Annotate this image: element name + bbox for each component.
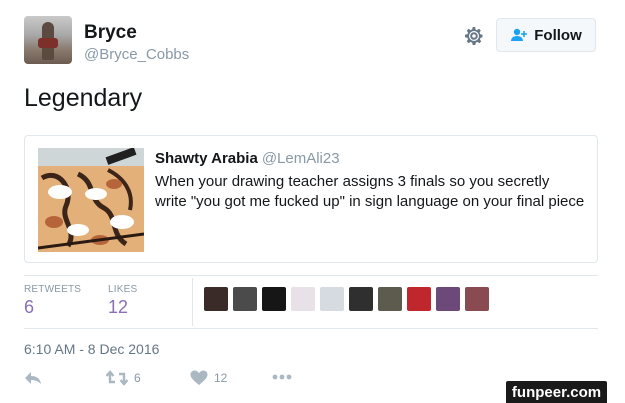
quoted-author[interactable]: Shawty Arabia @LemAli23 <box>155 150 340 167</box>
tweet-timestamp[interactable]: 6:10 AM - 8 Dec 2016 <box>24 341 159 357</box>
retweet-button[interactable]: 6 <box>106 370 141 386</box>
liker-avatars <box>204 287 489 311</box>
liker-avatar-6[interactable] <box>349 287 373 311</box>
liker-avatar-1[interactable] <box>204 287 228 311</box>
follow-button[interactable]: Follow <box>496 18 596 52</box>
author-avatar[interactable] <box>24 16 72 64</box>
liker-avatar-7[interactable] <box>378 287 402 311</box>
gear-icon[interactable] <box>462 24 486 48</box>
liker-avatar-10[interactable] <box>465 287 489 311</box>
quoted-tweet-text: When your drawing teacher assigns 3 fina… <box>155 173 585 210</box>
follow-label: Follow <box>534 26 582 44</box>
likes-count: 12 <box>108 297 129 317</box>
avatar-figure-detail <box>38 38 58 48</box>
liker-avatar-4[interactable] <box>291 287 315 311</box>
liker-avatar-2[interactable] <box>233 287 257 311</box>
tweet-stats: RETWEETS 6 LIKES 12 <box>24 278 598 328</box>
quoted-author-name: Shawty Arabia <box>155 150 258 167</box>
likes-label: LIKES <box>108 284 138 295</box>
liker-avatar-9[interactable] <box>436 287 460 311</box>
quoted-tweet-image[interactable] <box>38 148 144 252</box>
quoted-author-handle: @LemAli23 <box>261 150 340 167</box>
more-button[interactable] <box>272 374 292 380</box>
retweet-icon <box>106 370 128 386</box>
reply-icon <box>25 372 41 384</box>
tweet-actions: 6 12 <box>24 370 424 392</box>
like-button[interactable]: 12 <box>190 370 227 386</box>
retweets-count: 6 <box>24 297 35 317</box>
retweet-action-count: 6 <box>134 371 141 385</box>
like-action-count: 12 <box>214 371 228 385</box>
stats-separator <box>192 278 193 326</box>
quoted-tweet[interactable]: Shawty Arabia @LemAli23 When your drawing… <box>24 135 598 263</box>
watermark: funpeer.com <box>506 381 607 403</box>
liker-avatar-8[interactable] <box>407 287 431 311</box>
likes-stat[interactable]: LIKES 12 <box>108 284 137 318</box>
liker-avatar-3[interactable] <box>262 287 286 311</box>
more-icon <box>272 374 292 380</box>
heart-icon <box>190 370 208 385</box>
retweets-stat[interactable]: RETWEETS 6 <box>24 284 81 318</box>
add-user-icon <box>511 28 528 41</box>
tweet-text: Legendary <box>24 84 143 112</box>
retweets-label: RETWEETS <box>24 284 82 295</box>
tweet-header: Bryce @Bryce_Cobbs Follow <box>24 16 602 68</box>
reply-button[interactable] <box>24 370 42 386</box>
artwork-illustration <box>38 148 144 252</box>
divider-top <box>24 275 598 276</box>
liker-avatar-5[interactable] <box>320 287 344 311</box>
author-name[interactable]: Bryce <box>84 22 137 44</box>
author-handle[interactable]: @Bryce_Cobbs <box>84 46 189 63</box>
divider-bottom <box>24 328 598 329</box>
